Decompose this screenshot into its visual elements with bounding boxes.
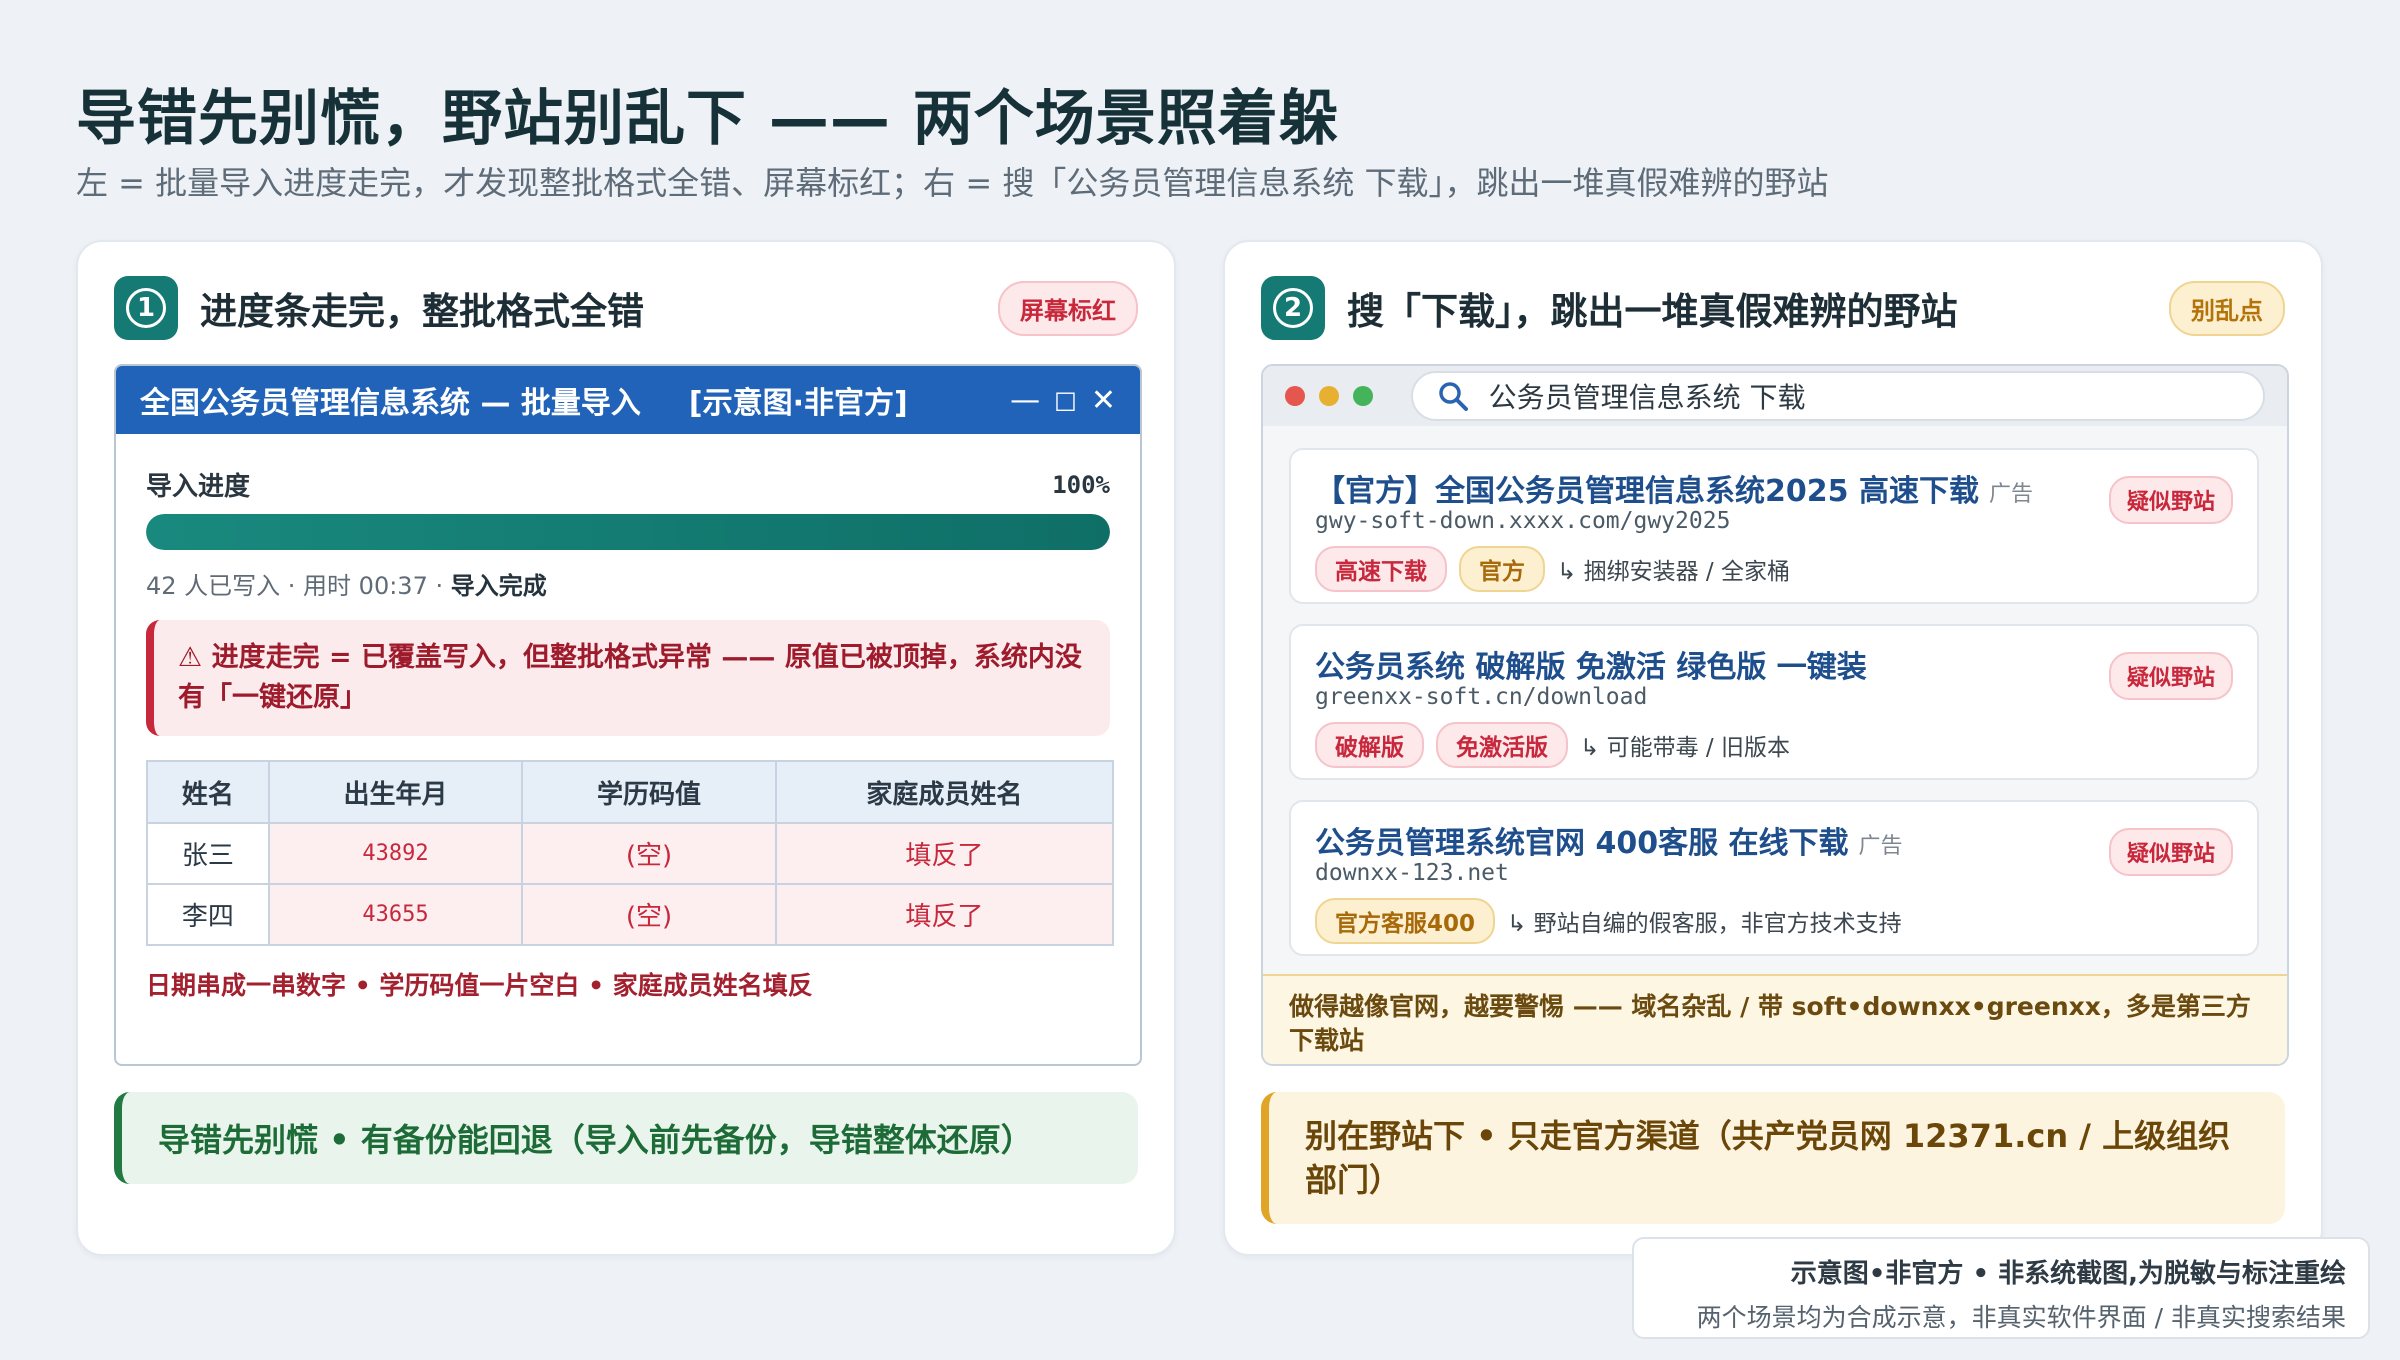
- error-summary: 日期串成一串数字 • 学历码值一片空白 • 家庭成员姓名填反: [146, 971, 813, 1000]
- result-chip: 官方客服400: [1315, 898, 1496, 944]
- page-title: 导错先别慌，野站别乱下 —— 两个场景照着躲: [76, 84, 1340, 154]
- search-result[interactable]: 公务员管理系统官网 400客服 在线下载 广告 downxx-123.net 官方…: [1289, 800, 2259, 956]
- footnote-sub: 两个场景均为合成示意，非真实软件界面 / 非真实搜索结果: [1696, 1303, 2346, 1332]
- result-note: ↳ 捆绑安装器 / 全家桶: [1557, 559, 1790, 585]
- close-dot-icon[interactable]: [1285, 386, 1305, 406]
- scenario-card-import-error: 1 进度条走完，整批格式全错 屏幕标红 全国公务员管理信息系统 — 批量导入 […: [76, 240, 1176, 1256]
- progress-bar-fill: [146, 514, 1110, 550]
- suspicious-flag: 疑似野站: [2108, 652, 2233, 700]
- result-tags: 高速下载 官方 ↳ 捆绑安装器 / 全家桶: [1315, 546, 1790, 592]
- table-cell: 43892: [267, 822, 524, 885]
- result-title[interactable]: 公务员系统 破解版 免激活 绿色版 一键装: [1315, 642, 1867, 686]
- search-input[interactable]: 公务员管理信息系统 下载: [1410, 371, 2265, 421]
- table-cell: 43655: [267, 883, 524, 946]
- status-tag: 屏幕标红: [998, 280, 1138, 336]
- maximize-icon[interactable]: □: [1054, 386, 1077, 414]
- progress-bar: [146, 514, 1110, 550]
- status-tag: 别乱点: [2169, 280, 2285, 336]
- result-title[interactable]: 公务员管理系统官网 400客服 在线下载 广告: [1315, 818, 1903, 862]
- result-note: ↳ 可能带毒 / 旧版本: [1580, 735, 1790, 761]
- table-cell: 张三: [146, 822, 270, 885]
- card-title: 进度条走完，整批格式全错: [200, 290, 644, 333]
- column-header: 出生年月: [267, 760, 524, 824]
- table-cell: (空): [521, 822, 777, 885]
- result-tags: 破解版 免激活版 ↳ 可能带毒 / 旧版本: [1315, 722, 1790, 768]
- table-cell: 填反了: [774, 822, 1115, 885]
- result-chip: 高速下载: [1315, 546, 1447, 592]
- card-header: 2 搜「下载」，跳出一堆真假难辨的野站 别乱点: [1261, 276, 2285, 340]
- table-cell: 填反了: [774, 883, 1115, 946]
- suspicious-flag: 疑似野站: [2108, 476, 2233, 524]
- error-alert: ⚠ 进度走完 = 已覆盖写入，但整批格式异常 —— 原值已被顶掉，系统内没有「一…: [146, 620, 1110, 736]
- scenario-card-fake-download: 2 搜「下载」，跳出一堆真假难辨的野站 别乱点 公务员管理信息系统 下载 【官方…: [1223, 240, 2323, 1256]
- result-url[interactable]: gwy-soft-down.xxxx.com/gwy2025: [1315, 508, 1730, 534]
- result-chip: 官方: [1459, 546, 1545, 592]
- table-cell: 李四: [146, 883, 270, 946]
- page-subtitle: 左 = 批量导入进度走完，才发现整批格式全错、屏幕标红；右 = 搜「公务员管理信…: [76, 164, 1829, 202]
- circled-number: 1: [126, 288, 166, 328]
- browser-toolbar: 公务员管理信息系统 下载: [1263, 366, 2287, 426]
- browser-warning: 做得越像官网，越要警惕 —— 域名杂乱 / 带 soft•downxx•gree…: [1263, 974, 2287, 1064]
- table-cell: (空): [521, 883, 777, 946]
- progress-status: 导入完成: [450, 572, 547, 600]
- card-title: 搜「下载」，跳出一堆真假难辨的野站: [1347, 290, 1958, 333]
- tip-callout: 别在野站下 • 只走官方渠道（共产党员网 12371.cn / 上级组织部门）: [1261, 1092, 2285, 1224]
- window-controls: — □ ✕: [1010, 383, 1116, 418]
- search-result[interactable]: 公务员系统 破解版 免激活 绿色版 一键装 greenxx-soft.cn/do…: [1289, 624, 2259, 780]
- progress-meta: 42 人已写入 · 用时 00:37 · 导入完成: [146, 566, 547, 601]
- table-row: 张三 43892 (空) 填反了: [146, 822, 1115, 885]
- window-title: 全国公务员管理信息系统 — 批量导入: [140, 386, 641, 421]
- number-badge: 2: [1261, 276, 1325, 340]
- result-url[interactable]: downxx-123.net: [1315, 860, 1509, 886]
- browser-window: 公务员管理信息系统 下载 【官方】全国公务员管理信息系统2025 高速下载 广告 …: [1261, 364, 2289, 1066]
- minimize-dot-icon[interactable]: [1318, 386, 1339, 406]
- maximize-dot-icon[interactable]: [1352, 386, 1373, 406]
- minimize-icon[interactable]: —: [1010, 383, 1040, 418]
- result-chip: 破解版: [1315, 722, 1424, 768]
- card-header: 1 进度条走完，整批格式全错 屏幕标红: [114, 276, 1138, 340]
- column-header: 家庭成员姓名: [774, 760, 1115, 824]
- footnote-main: 示意图•非官方 • 非系统截图,为脱敏与标注重绘: [1790, 1259, 2346, 1289]
- column-header: 学历码值: [521, 760, 777, 824]
- suspicious-flag: 疑似野站: [2108, 828, 2233, 876]
- result-tags: 官方客服400 ↳ 野站自编的假客服，非官方技术支持: [1315, 898, 1902, 944]
- ad-label: 广告: [1988, 482, 2033, 507]
- table-row: 李四 43655 (空) 填反了: [146, 883, 1115, 946]
- close-icon[interactable]: ✕: [1091, 383, 1116, 418]
- result-chip: 免激活版: [1436, 722, 1568, 768]
- circled-number: 2: [1273, 288, 1313, 328]
- number-badge: 1: [114, 276, 178, 340]
- search-icon: [1438, 382, 1468, 411]
- search-query: 公务员管理信息系统 下载: [1488, 381, 1806, 414]
- progress-label: 导入进度: [146, 472, 251, 502]
- table-header-row: 姓名 出生年月 学历码值 家庭成员姓名: [146, 760, 1115, 824]
- progress-header: 导入进度 100%: [146, 466, 1110, 503]
- column-header: 姓名: [146, 760, 270, 824]
- progress-percent: 100%: [1052, 470, 1110, 499]
- tip-callout: 导错先别慌 • 有备份能回退（导入前先备份，导错整体还原）: [114, 1092, 1138, 1184]
- disclaimer-footnote: 示意图•非官方 • 非系统截图,为脱敏与标注重绘 两个场景均为合成示意，非真实软…: [1632, 1237, 2370, 1339]
- result-note: ↳ 野站自编的假客服，非官方技术支持: [1507, 911, 1902, 937]
- search-result[interactable]: 【官方】全国公务员管理信息系统2025 高速下载 广告 gwy-soft-down…: [1289, 448, 2259, 604]
- import-result-table: 姓名 出生年月 学历码值 家庭成员姓名 张三 43892 (空) 填反了 李四 …: [146, 760, 1115, 946]
- progress-meta-text: 42 人已写入 · 用时 00:37 ·: [146, 572, 451, 600]
- import-window: 全国公务员管理信息系统 — 批量导入 [示意图·非官方] — □ ✕ 导入进度 …: [114, 364, 1142, 1066]
- result-title[interactable]: 【官方】全国公务员管理信息系统2025 高速下载 广告: [1315, 466, 2033, 510]
- window-title-bar: 全国公务员管理信息系统 — 批量导入 [示意图·非官方] — □ ✕: [116, 366, 1140, 434]
- result-url[interactable]: greenxx-soft.cn/download: [1315, 684, 1647, 710]
- window-disclaimer-tag: [示意图·非官方]: [688, 386, 908, 421]
- ad-label: 广告: [1858, 834, 1903, 859]
